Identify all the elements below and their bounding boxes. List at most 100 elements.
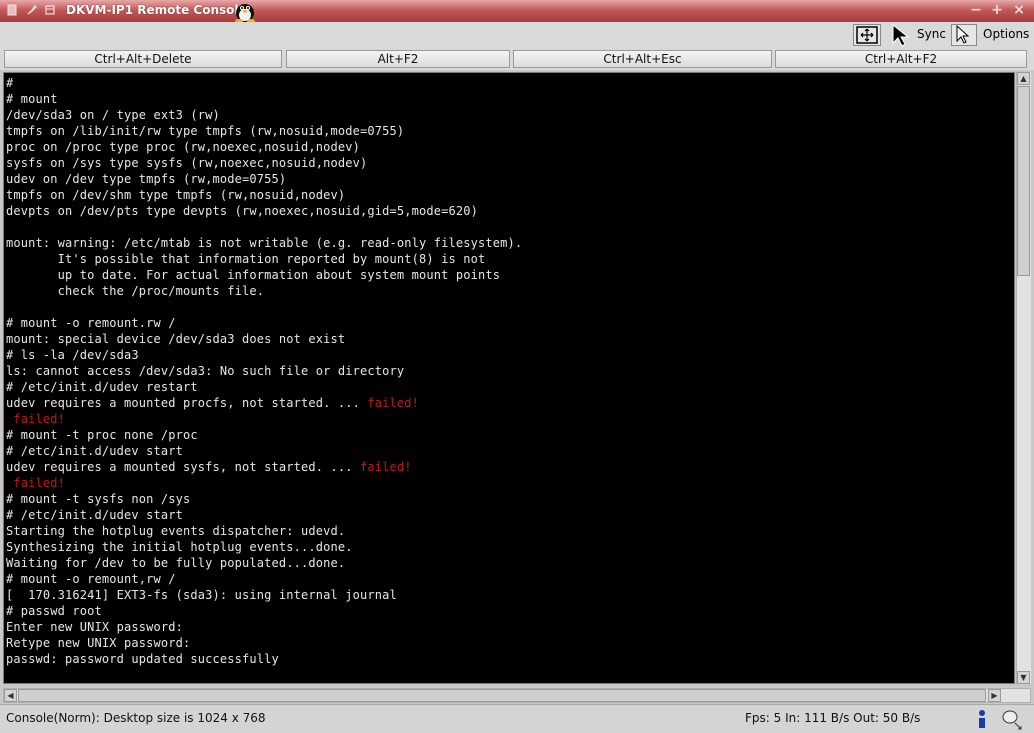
console-line: udev requires a mounted sysfs, not start… — [6, 459, 412, 475]
close-icon[interactable]: × — [1012, 2, 1026, 18]
remote-console-screen[interactable]: # # mount/dev/sda3 on / type ext3 (rw) tmp… — [3, 72, 1015, 684]
console-line: /dev/sda3 on / type ext3 (rw) — [6, 107, 220, 123]
console-line: # ls -la /dev/sda3 — [6, 347, 139, 363]
ctrl-alt-f2-button[interactable]: Ctrl+Alt+F2 — [775, 50, 1027, 68]
console-line: failed! — [6, 411, 65, 427]
console-line: # /etc/init.d/udev restart — [6, 379, 198, 395]
options-button[interactable]: Options — [983, 27, 1029, 41]
mouse-mode-icon — [956, 24, 970, 44]
console-line: tmpfs on /lib/init/rw type tmpfs (rw,nos… — [6, 123, 404, 139]
console-text: Enter new UNIX password: — [6, 620, 183, 634]
scroll-up-icon[interactable]: ▲ — [1017, 72, 1030, 85]
console-text: Starting the hotplug events dispatcher: … — [6, 524, 346, 538]
mouse-mode-button[interactable] — [951, 24, 977, 46]
failed-status: failed! — [359, 460, 412, 474]
console-text: # — [6, 76, 14, 90]
console-line: Synthesizing the initial hotplug events.… — [6, 539, 353, 555]
cursor-sync-icon[interactable] — [890, 24, 912, 48]
console-line: It's possible that information reported … — [6, 251, 486, 267]
console-text: udev requires a mounted procfs, not star… — [6, 396, 368, 410]
console-line: udev requires a mounted procfs, not star… — [6, 395, 419, 411]
console-line: devpts on /dev/pts type devpts (rw,noexe… — [6, 203, 478, 219]
console-line: ls: cannot access /dev/sda3: No such fil… — [6, 363, 404, 379]
console-line: # mount -t proc none /proc — [6, 427, 198, 443]
shade-icon[interactable] — [44, 4, 56, 16]
console-text: udev on /dev type tmpfs (rw,mode=0755) — [6, 172, 287, 186]
console-text: passwd: password updated successfully — [6, 652, 279, 666]
console-text: [ 170.316241] EXT3-fs (sda3): using inte… — [6, 588, 397, 602]
console-text: # ls -la /dev/sda3 — [6, 348, 139, 362]
console-line: # mount -t sysfs non /sys — [6, 491, 190, 507]
console-text: # mount -t sysfs non /sys — [6, 492, 191, 506]
sync-button[interactable]: Sync — [917, 27, 946, 41]
app-icon — [7, 4, 17, 16]
console-text: # mount -o remount.rw / — [6, 316, 176, 330]
console-status-text: Console(Norm): Desktop size is 1024 x 76… — [6, 711, 266, 725]
console-line: sysfs on /sys type sysfs (rw,noexec,nosu… — [6, 155, 367, 171]
console-text: devpts on /dev/pts type devpts (rw,noexe… — [6, 204, 478, 218]
console-text: sysfs on /sys type sysfs (rw,noexec,nosu… — [6, 156, 368, 170]
console-line: # — [6, 75, 13, 91]
console-text: tmpfs on /lib/init/rw type tmpfs (rw,nos… — [6, 124, 405, 138]
console-text: proc on /proc type proc (rw,noexec,nosui… — [6, 140, 360, 154]
console-line: # mount -o remount,rw / — [6, 571, 176, 587]
console-line: passwd: password updated successfully — [6, 651, 279, 667]
console-line: up to date. For actual information about… — [6, 267, 500, 283]
title-bar[interactable]: DKVM-IP1 Remote Console − + × — [0, 0, 1034, 23]
console-text: /dev/sda3 on / type ext3 (rw) — [6, 108, 220, 122]
console-text: # mount -t proc none /proc — [6, 428, 198, 442]
minimize-icon[interactable]: − — [969, 2, 983, 18]
info-icon[interactable] — [975, 709, 989, 729]
console-line: # mount -o remount.rw / — [6, 315, 176, 331]
vertical-scrollbar[interactable]: ▲ ▼ — [1016, 72, 1031, 684]
console-text: mount: warning: /etc/mtab is not writabl… — [6, 236, 523, 250]
tux-penguin-icon — [235, 4, 255, 23]
console-text: # passwd root — [6, 604, 102, 618]
pin-icon[interactable] — [26, 4, 38, 16]
console-line: Waiting for /dev to be fully populated..… — [6, 555, 345, 571]
console-line: udev on /dev type tmpfs (rw,mode=0755) — [6, 171, 286, 187]
console-line: # passwd root — [6, 603, 102, 619]
scroll-left-icon[interactable]: ◀ — [4, 689, 17, 702]
console-line: Starting the hotplug events dispatcher: … — [6, 523, 345, 539]
console-line: proc on /proc type proc (rw,noexec,nosui… — [6, 139, 360, 155]
failed-status: failed! — [6, 412, 65, 426]
console-text: It's possible that information reported … — [6, 252, 486, 266]
toolbar: Sync Options — [0, 22, 1034, 49]
scroll-down-icon[interactable]: ▼ — [1017, 671, 1030, 684]
console-line: [ 170.316241] EXT3-fs (sda3): using inte… — [6, 587, 397, 603]
console-text: up to date. For actual information about… — [6, 268, 501, 282]
horizontal-scroll-thumb[interactable] — [18, 689, 986, 702]
console-text: Waiting for /dev to be fully populated..… — [6, 556, 346, 570]
console-line: tmpfs on /dev/shm type tmpfs (rw,nosuid,… — [6, 187, 345, 203]
ctrl-alt-esc-button[interactable]: Ctrl+Alt+Esc — [513, 50, 772, 68]
console-line: # — [6, 683, 13, 684]
console-line: # /etc/init.d/udev start — [6, 507, 183, 523]
console-line: mount: special device /dev/sda3 does not… — [6, 331, 345, 347]
console-line: check the /proc/mounts file. — [6, 283, 264, 299]
console-text: Retype new UNIX password: — [6, 636, 191, 650]
maximize-icon[interactable]: + — [990, 2, 1004, 18]
console-text: ls: cannot access /dev/sda3: No such fil… — [6, 364, 405, 378]
console-text: Synthesizing the initial hotplug events.… — [6, 540, 353, 554]
console-text: # /etc/init.d/udev start — [6, 444, 183, 458]
console-text: check the /proc/mounts file. — [6, 284, 265, 298]
scroll-right-icon[interactable]: ▶ — [988, 689, 1001, 702]
console-line: Retype new UNIX password: — [6, 635, 190, 651]
console-text: mount: special device /dev/sda3 does not… — [6, 332, 346, 346]
ctrl-alt-delete-button[interactable]: Ctrl+Alt+Delete — [4, 50, 282, 68]
console-text: udev requires a mounted sysfs, not start… — [6, 460, 360, 474]
traffic-status-text: Fps: 5 In: 111 B/s Out: 50 B/s — [745, 711, 921, 725]
alt-f2-button[interactable]: Alt+F2 — [286, 50, 510, 68]
failed-status: failed! — [367, 396, 419, 410]
fit-window-button[interactable] — [853, 24, 881, 46]
console-text: # mount -o remount,rw / — [6, 572, 176, 586]
console-line: mount: warning: /etc/mtab is not writabl… — [6, 235, 522, 251]
horizontal-scrollbar[interactable]: ◀ ▶ — [3, 688, 1031, 703]
vertical-scroll-thumb[interactable] — [1017, 86, 1030, 276]
console-text: tmpfs on /dev/shm type tmpfs (rw,nosuid,… — [6, 188, 346, 202]
resize-grip-icon[interactable] — [999, 707, 1023, 731]
console-line: # mount — [6, 91, 58, 107]
console-text: # /etc/init.d/udev start — [6, 508, 183, 522]
failed-status: failed! — [6, 476, 65, 490]
